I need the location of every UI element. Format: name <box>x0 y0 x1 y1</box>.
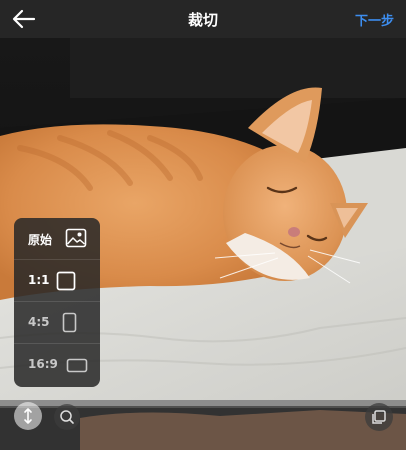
zoom-button[interactable] <box>54 404 80 430</box>
next-button[interactable]: 下一步 <box>355 10 394 29</box>
crop-option-16-9[interactable]: 16:9 <box>14 344 100 386</box>
square-icon <box>56 271 76 291</box>
crop-ratio-menu: 原始 1:1 4:5 16:9 <box>14 218 100 387</box>
multi-select-icon <box>372 410 386 424</box>
crop-option-1-1[interactable]: 1:1 <box>14 260 100 302</box>
image-icon <box>65 228 87 248</box>
crop-option-label: 16:9 <box>28 357 58 371</box>
landscape-rect-icon <box>66 358 88 373</box>
crop-expand-button[interactable] <box>14 402 42 430</box>
multi-select-button[interactable] <box>365 403 393 431</box>
crop-option-label: 原始 <box>28 233 53 247</box>
crop-option-original[interactable]: 原始 <box>14 218 100 260</box>
crop-option-label: 4:5 <box>28 315 50 329</box>
top-bar: 裁切 下一步 <box>0 0 406 38</box>
portrait-rect-icon <box>62 312 77 333</box>
page-title: 裁切 <box>187 11 218 29</box>
zoom-icon <box>60 410 74 424</box>
crop-option-4-5[interactable]: 4:5 <box>14 302 100 344</box>
expand-arrows-icon <box>24 408 32 424</box>
crop-option-label: 1:1 <box>28 273 50 287</box>
